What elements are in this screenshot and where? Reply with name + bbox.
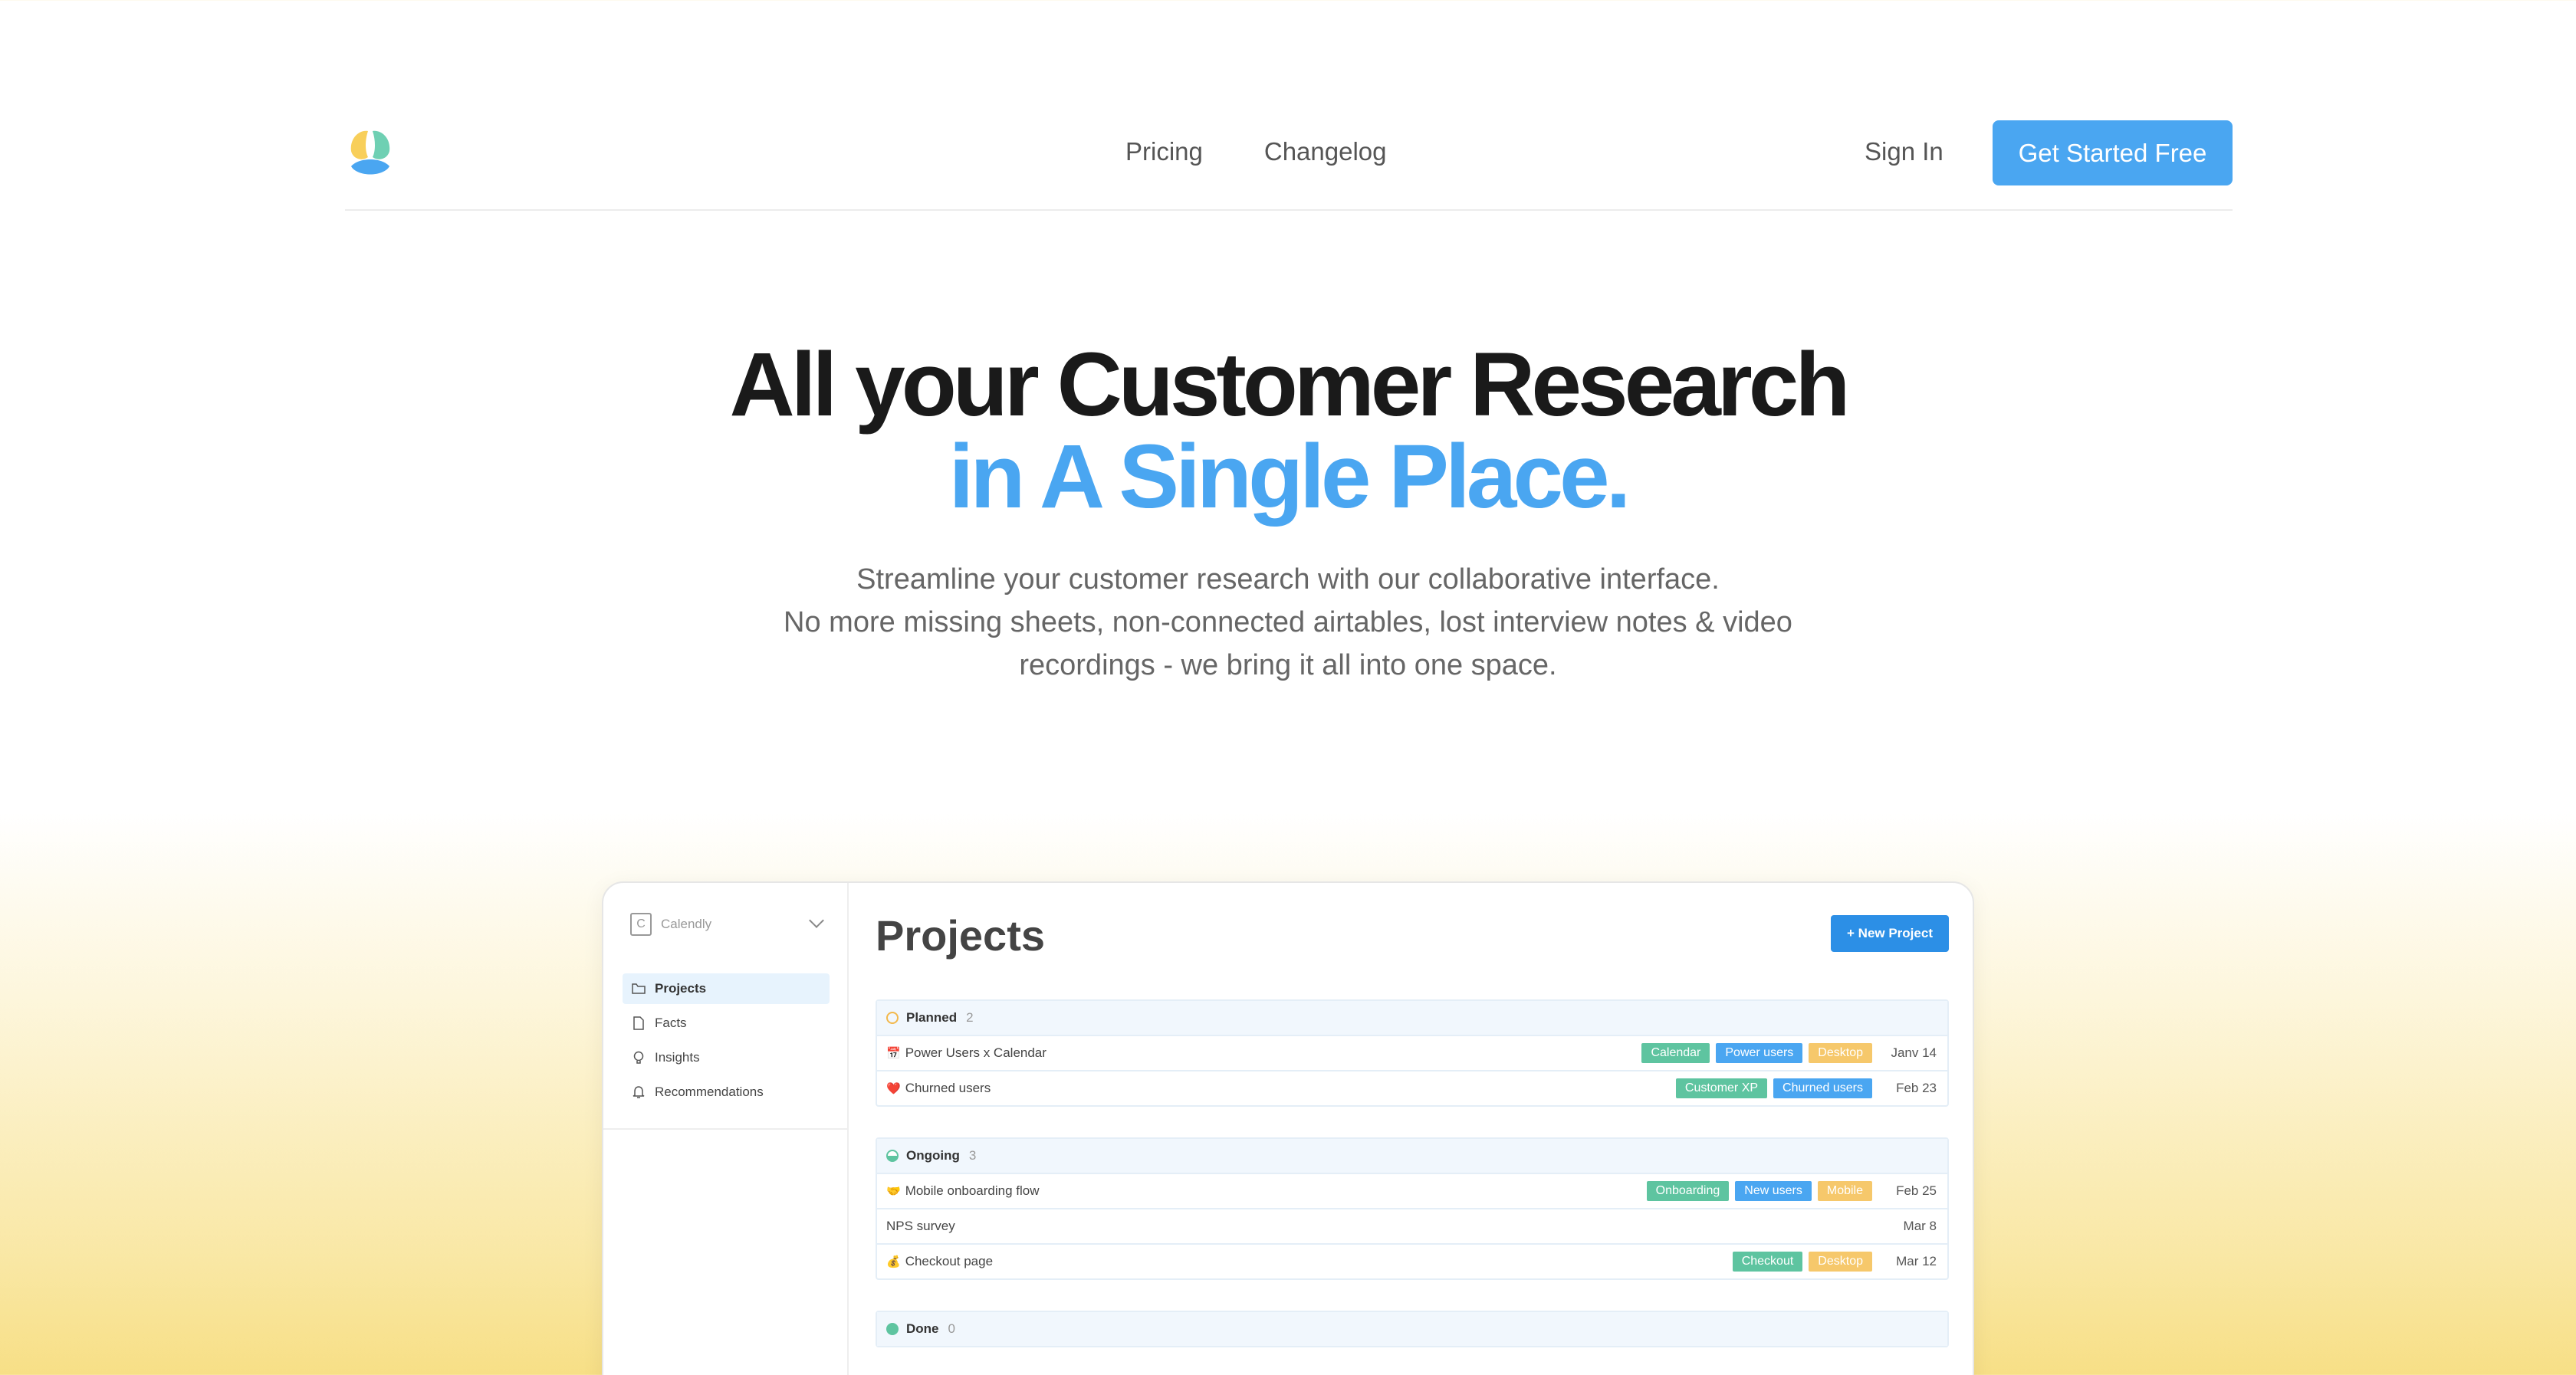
sidebar-divider xyxy=(603,1128,847,1130)
workspace-icon: C xyxy=(630,913,652,936)
tag[interactable]: Churned users xyxy=(1773,1078,1872,1098)
tag[interactable]: Desktop xyxy=(1809,1043,1872,1063)
project-name: Churned users xyxy=(905,1081,991,1095)
tag[interactable]: Power users xyxy=(1716,1043,1803,1063)
project-name: Mobile onboarding flow xyxy=(905,1183,1040,1198)
sidebar-item-label: Insights xyxy=(655,1050,700,1065)
hero-subtitle-line-1: Streamline your customer research with o… xyxy=(856,563,1720,596)
tag[interactable]: Mobile xyxy=(1817,1181,1872,1201)
project-name: Power Users x Calendar xyxy=(905,1045,1046,1060)
app-preview: C Calendly Projects Facts Insights Recom… xyxy=(602,881,1974,1375)
top-nav: Pricing Changelog Sign In Get Started Fr… xyxy=(345,120,2233,211)
project-group-planned: Planned 2 📅 Power Users x Calendar Calen… xyxy=(876,999,1949,1107)
project-row[interactable]: ❤️ Churned users Customer XP Churned use… xyxy=(877,1070,1947,1105)
project-name: NPS survey xyxy=(886,1219,955,1233)
group-header[interactable]: Ongoing 3 xyxy=(877,1139,1947,1173)
lightbulb-icon xyxy=(632,1051,646,1065)
folder-icon xyxy=(632,982,646,996)
sidebar-item-projects[interactable]: Projects xyxy=(623,973,830,1004)
hero-subtitle: Streamline your customer research with o… xyxy=(713,558,1863,687)
new-project-button[interactable]: + New Project xyxy=(1831,915,1949,952)
sidebar-item-label: Projects xyxy=(655,981,707,996)
group-name: Ongoing xyxy=(906,1148,960,1163)
project-date: Janv 14 xyxy=(1891,1045,1937,1060)
group-name: Done xyxy=(906,1321,939,1336)
project-tags: Calendar Power users Desktop xyxy=(1641,1036,1872,1070)
bell-icon xyxy=(632,1085,646,1099)
project-tags: Checkout Desktop xyxy=(1732,1245,1872,1278)
page-title: Projects xyxy=(876,911,1045,960)
project-tags: Customer XP Churned users xyxy=(1675,1071,1872,1105)
project-row[interactable]: NPS survey Mar 8 xyxy=(877,1208,1947,1243)
get-started-button[interactable]: Get Started Free xyxy=(1993,120,2233,185)
status-planned-icon xyxy=(886,1012,899,1024)
sign-in-link[interactable]: Sign In xyxy=(1865,137,1944,166)
tag[interactable]: Onboarding xyxy=(1646,1181,1730,1201)
tag[interactable]: Calendar xyxy=(1641,1043,1710,1063)
calendar-emoji-icon: 📅 xyxy=(886,1047,901,1060)
hero-subtitle-line-2: No more missing sheets, non-connected ai… xyxy=(784,606,1792,681)
tag[interactable]: Desktop xyxy=(1809,1252,1872,1272)
group-name: Planned xyxy=(906,1010,958,1025)
sidebar-item-label: Recommendations xyxy=(655,1085,764,1099)
handshake-emoji-icon: 🤝 xyxy=(886,1185,901,1198)
app-sidebar: C Calendly Projects Facts Insights Recom… xyxy=(603,883,849,1375)
projects-main: Projects + New Project Planned 2 📅 Power… xyxy=(876,883,1949,1375)
project-date: Mar 8 xyxy=(1903,1219,1937,1233)
group-count: 3 xyxy=(968,1148,977,1163)
group-header[interactable]: Planned 2 xyxy=(877,1001,1947,1035)
group-header[interactable]: Done 0 xyxy=(877,1312,1947,1346)
nav-link-changelog[interactable]: Changelog xyxy=(1264,137,1387,166)
tag[interactable]: Customer XP xyxy=(1675,1078,1768,1098)
project-row[interactable]: 🤝 Mobile onboarding flow Onboarding New … xyxy=(877,1173,1947,1208)
project-group-done: Done 0 xyxy=(876,1311,1949,1347)
group-count: 0 xyxy=(948,1321,955,1336)
sidebar-menu: Projects Facts Insights Recommendations xyxy=(623,973,830,1111)
project-date: Mar 12 xyxy=(1896,1254,1937,1268)
money-bag-emoji-icon: 💰 xyxy=(886,1255,901,1268)
project-name: Checkout page xyxy=(905,1254,994,1268)
brand-logo-icon[interactable] xyxy=(345,128,396,179)
project-row[interactable]: 💰 Checkout page Checkout Desktop Mar 12 xyxy=(877,1243,1947,1278)
hero-title-accent: in A Single Place. xyxy=(948,426,1631,527)
status-ongoing-icon xyxy=(886,1150,899,1162)
project-group-ongoing: Ongoing 3 🤝 Mobile onboarding flow Onboa… xyxy=(876,1137,1949,1280)
sidebar-item-facts[interactable]: Facts xyxy=(623,1008,830,1039)
heart-emoji-icon: ❤️ xyxy=(886,1082,901,1095)
status-done-icon xyxy=(886,1323,899,1335)
tag[interactable]: Checkout xyxy=(1732,1252,1803,1272)
sidebar-item-insights[interactable]: Insights xyxy=(623,1042,830,1073)
workspace-switcher[interactable]: C Calendly xyxy=(630,912,824,937)
project-row[interactable]: 📅 Power Users x Calendar Calendar Power … xyxy=(877,1035,1947,1070)
tag[interactable]: New users xyxy=(1735,1181,1812,1201)
project-date: Feb 23 xyxy=(1896,1081,1937,1095)
hero-title: All your Customer Research xyxy=(729,334,1851,435)
project-date: Feb 25 xyxy=(1896,1183,1937,1198)
sidebar-item-recommendations[interactable]: Recommendations xyxy=(623,1077,830,1108)
project-tags: Onboarding New users Mobile xyxy=(1646,1174,1872,1208)
nav-link-pricing[interactable]: Pricing xyxy=(1125,137,1203,166)
workspace-name: Calendly xyxy=(661,917,712,931)
file-icon xyxy=(632,1016,646,1030)
chevron-down-icon xyxy=(809,913,824,928)
group-count: 2 xyxy=(966,1010,974,1025)
sidebar-item-label: Facts xyxy=(655,1016,687,1030)
